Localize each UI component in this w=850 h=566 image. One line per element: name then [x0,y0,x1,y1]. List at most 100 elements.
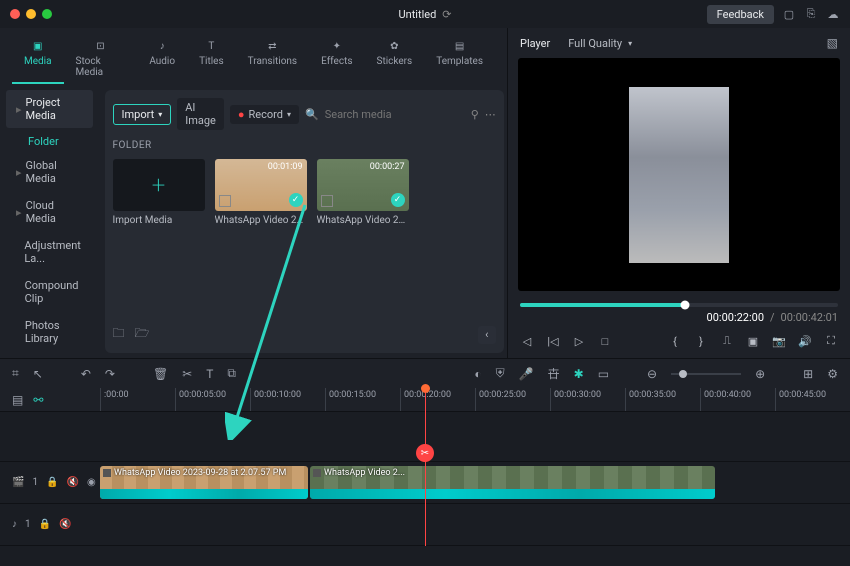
media-sidebar: ▸Project Media Folder ▸Global Media ▸Clo… [0,84,99,359]
prev-frame-button[interactable]: ◁ [520,335,534,348]
import-button[interactable]: Import▾ [113,104,172,125]
eye-icon[interactable]: ◉ [87,477,96,488]
volume-icon[interactable]: 🔊 [798,335,812,348]
new-folder-icon[interactable]: 🗁 [135,324,150,345]
sidebar-item-adjustment-layer[interactable]: Adjustment La... [6,233,93,271]
video-frame [629,87,729,263]
zoom-out-button[interactable]: ⊖ [647,367,657,381]
document-title: Untitled [398,8,436,21]
tab-titles[interactable]: TTitles [187,34,236,84]
quality-select[interactable]: Full Quality▾ [568,37,632,50]
search-input[interactable] [325,108,465,121]
media-panel: ▣Media ⊡Stock Media ♪Audio TTitles ⇄Tran… [0,28,508,358]
link-toggle-icon[interactable]: ⚯ [33,393,43,407]
minimize-window[interactable] [26,9,36,19]
undo-button[interactable]: ↶ [81,367,91,381]
sidebar-item-compound-clip[interactable]: Compound Clip [6,273,93,311]
auto-icon[interactable]: ✱ [574,367,584,381]
audio-track-icon: ♪ [12,519,17,530]
mute-icon[interactable]: 🔇 [67,477,79,488]
delete-button[interactable]: 🗑 [153,367,168,381]
close-window[interactable] [10,9,20,19]
media-browser: Import▾ AI Image ●Record▾ 🔍 ⚲ ⋯ FOLDER +… [105,90,504,353]
tab-effects[interactable]: ✦Effects [309,34,364,84]
mark-in-button[interactable]: { [668,335,682,348]
feedback-button[interactable]: Feedback [707,5,774,24]
window-controls [10,9,52,19]
marker-icon[interactable]: ⎍ [720,334,734,348]
video-preview[interactable] [518,58,840,291]
mic-icon[interactable]: 🎤 [519,367,534,381]
tab-stickers[interactable]: ✿Stickers [365,34,425,84]
fullscreen-icon[interactable]: ⛶ [824,334,838,348]
tab-media[interactable]: ▣Media [12,34,64,84]
step-back-button[interactable]: |◁ [546,335,560,348]
zoom-slider[interactable] [671,373,741,375]
zoom-in-button[interactable]: ⊕ [755,367,765,381]
sidebar-item-project-media[interactable]: ▸Project Media [6,90,93,128]
layout-icon[interactable]: ▢ [782,7,796,21]
mark-out-button[interactable]: } [694,335,708,348]
settings-icon[interactable]: ⚙ [827,367,838,381]
video-clip[interactable]: WhatsApp Video 2023-09-28 at 2.07.57 PM [100,466,308,499]
redo-button[interactable]: ↷ [105,367,115,381]
player-panel: Player Full Quality▾ ▧ 00:00:22:00 / 00:… [508,28,850,358]
sidebar-sub-folder[interactable]: Folder [6,130,93,153]
tab-stock-media[interactable]: ⊡Stock Media [64,34,138,84]
lock-icon[interactable]: 🔒 [46,477,58,488]
split-button[interactable]: ✂ [182,367,192,381]
tab-transitions[interactable]: ⇄Transitions [236,34,309,84]
collapse-sidebar-button[interactable]: ‹ [478,326,496,344]
media-item[interactable]: 00:00:27✓ WhatsApp Video 202... [317,159,409,226]
playhead[interactable] [425,388,426,546]
sidebar-item-photos-library[interactable]: Photos Library [6,313,93,351]
link-icon[interactable]: ⧉ [227,366,236,381]
track-header-icon[interactable]: ▤ [12,393,23,407]
check-icon: ✓ [289,193,303,207]
crop-icon[interactable]: ▣ [746,335,760,348]
filter-icon[interactable]: ⚲ [471,108,479,121]
clip-icon [313,469,321,477]
cloud-icon[interactable]: ☁ [826,7,840,21]
grid-icon[interactable]: ⊞ [803,367,813,381]
camera-icon[interactable]: 📷 [772,335,786,348]
adjust-icon[interactable]: ◐ [474,367,481,381]
snapshot-icon[interactable]: ▧ [827,36,838,50]
stop-button[interactable]: □ [598,335,612,348]
current-time: 00:00:22:00 [707,311,764,324]
folder-icon[interactable]: 🗀 [113,324,125,345]
aspect-icon [321,195,333,207]
export-icon[interactable]: ⎘ [804,7,818,21]
sidebar-item-global-media[interactable]: ▸Global Media [6,153,93,191]
ai-image-button[interactable]: AI Image [177,98,224,130]
import-media-card[interactable]: + Import Media [113,159,205,226]
tab-audio[interactable]: ♪Audio [137,34,187,84]
select-tool-icon[interactable]: ↖ [33,367,43,381]
record-button[interactable]: ●Record▾ [230,105,299,124]
tab-templates[interactable]: ▤Templates [424,34,495,84]
mute-icon[interactable]: 🔇 [59,519,71,530]
more-icon[interactable]: ⋯ [485,108,496,121]
audio-track-content[interactable] [100,504,850,545]
player-label: Player [520,37,550,50]
mixer-icon[interactable]: 卋 [548,365,560,382]
play-button[interactable]: ▷ [572,335,586,348]
cut-marker-icon[interactable]: ✂ [416,444,434,462]
sidebar-item-cloud-media[interactable]: ▸Cloud Media [6,193,93,231]
render-icon[interactable]: ▭ [598,367,609,381]
check-icon: ✓ [391,193,405,207]
shield-icon[interactable]: ⛨ [496,366,505,381]
video-track-content[interactable]: WhatsApp Video 2023-09-28 at 2.07.57 PM … [100,462,850,503]
scrubber[interactable] [520,303,838,307]
maximize-window[interactable] [42,9,52,19]
lock-icon[interactable]: 🔒 [39,519,51,530]
search-icon: 🔍 [305,108,319,121]
panel-tabs: ▣Media ⊡Stock Media ♪Audio TTitles ⇄Tran… [0,28,507,84]
titlebar: Untitled ⟳ Feedback ▢ ⎘ ☁ [0,0,850,28]
text-tool-icon[interactable]: T [206,367,213,381]
video-track-icon: 🎬 [12,477,24,488]
magnet-icon[interactable]: ⌗ [12,366,19,381]
video-clip[interactable]: WhatsApp Video 2... [310,466,715,499]
plus-icon: + [152,171,166,199]
media-item[interactable]: 00:01:09✓ WhatsApp Video 202... [215,159,307,226]
